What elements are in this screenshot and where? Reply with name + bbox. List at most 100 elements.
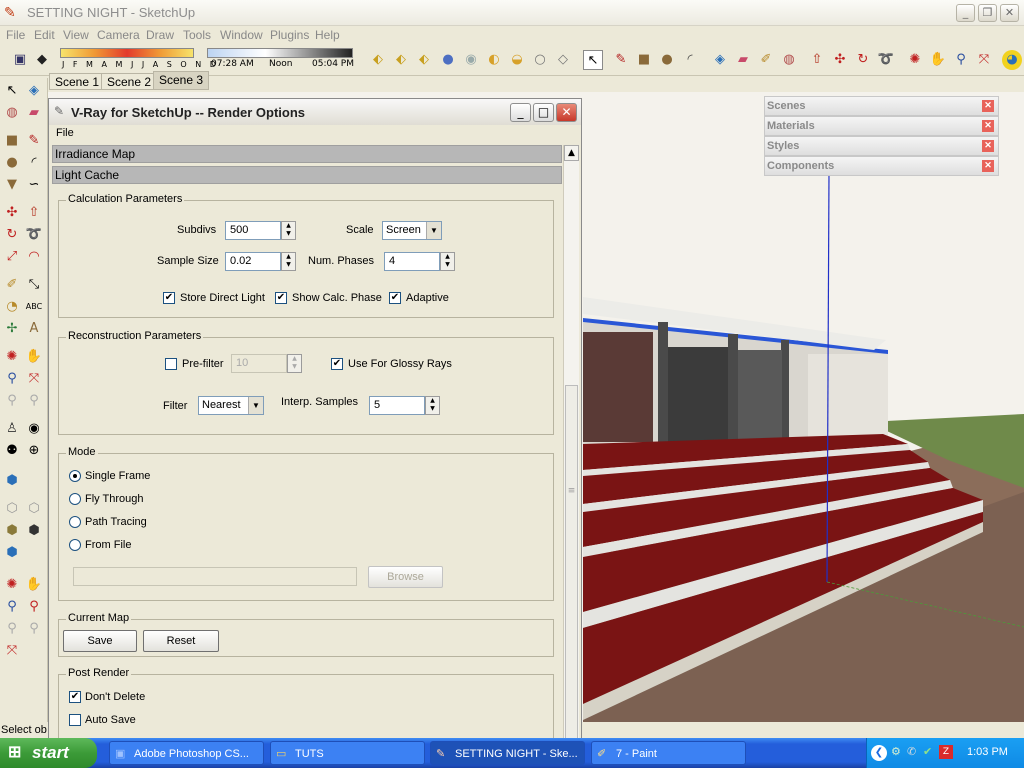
dialog-close-button[interactable]: ✕ [556, 103, 577, 122]
polygon-icon[interactable]: ▼ [3, 176, 21, 194]
scale-icon[interactable]: ⤢ [3, 248, 21, 266]
scroll-thumb[interactable]: ≡ [565, 385, 578, 739]
glossy-rays-checkbox[interactable]: ✔ [331, 358, 343, 370]
show-calc-phase-checkbox[interactable]: ✔ [275, 292, 287, 304]
save-button[interactable]: Save [63, 630, 137, 652]
zoom-window-icon[interactable]: ⤧ [25, 370, 43, 388]
previous-view-icon[interactable]: ⚲ [3, 392, 21, 410]
tray-components[interactable]: Components ✕ [764, 156, 999, 176]
prefilter-input[interactable]: 10 [231, 354, 287, 373]
zoom-window-icon[interactable]: ⚲ [25, 598, 43, 616]
diamond-icon[interactable]: ◇ [553, 50, 573, 70]
material-icon[interactable]: ◒ [507, 50, 527, 70]
menu-edit[interactable]: Edit [34, 28, 55, 42]
dialog-title-bar[interactable]: ✎ V-Ray for SketchUp -- Render Options _… [49, 99, 581, 125]
time-slider[interactable] [207, 48, 353, 58]
num-phases-input[interactable]: 4 [384, 252, 440, 271]
rotate-icon[interactable]: ↻ [853, 50, 873, 70]
menu-help[interactable]: Help [315, 28, 340, 42]
arc-icon[interactable]: ◜ [680, 50, 700, 70]
make-component-icon[interactable]: ◈ [710, 50, 730, 70]
protractor-icon[interactable]: ◔ [3, 298, 21, 316]
tag-icon[interactable]: ⬖ [391, 50, 411, 70]
rollout-light-cache[interactable]: Light Cache [52, 166, 562, 184]
push-pull-icon[interactable]: ⇧ [25, 204, 43, 222]
orbit-icon[interactable]: ✺ [3, 576, 21, 594]
wireframe-icon[interactable]: ⬡ [25, 500, 43, 518]
pencil-icon[interactable]: ✎ [611, 50, 631, 70]
security-icon[interactable]: ✔ [923, 745, 932, 758]
zoom-extents-icon[interactable]: ⤧ [974, 50, 994, 70]
tray-expand-icon[interactable]: ❮ [871, 745, 887, 761]
num-phases-stepper[interactable]: ▲ ▼ [440, 252, 455, 271]
close-button[interactable]: ✕ [1000, 4, 1019, 22]
rollout-irradiance-map[interactable]: Irradiance Map [52, 145, 562, 163]
auto-save-checkbox[interactable] [69, 714, 81, 726]
subdivs-input[interactable]: 500 [225, 221, 281, 240]
menu-tools[interactable]: Tools [183, 28, 211, 42]
subdivs-stepper[interactable]: ▲ ▼ [281, 221, 296, 240]
dont-delete-checkbox[interactable]: ✔ [69, 691, 81, 703]
circle-icon[interactable]: ● [3, 154, 21, 172]
select-arrow-icon[interactable]: ↖ [583, 50, 603, 70]
sphere-icon[interactable]: ◉ [461, 50, 481, 70]
filter-select[interactable]: Nearest ▼ [198, 396, 264, 415]
date-slider[interactable] [60, 48, 194, 58]
circle-tool-icon[interactable]: ● [657, 50, 677, 70]
walk-icon[interactable]: ⚉ [3, 442, 21, 460]
text-icon[interactable]: ABC [25, 298, 43, 316]
material-icon[interactable]: ◐ [484, 50, 504, 70]
iso-view-icon[interactable]: ⬢ [3, 472, 21, 490]
next-view-icon[interactable]: ⚲ [25, 620, 43, 638]
taskbar-item-photoshop[interactable]: ▣ Adobe Photoshop CS... [109, 741, 264, 765]
browse-button[interactable]: Browse [368, 566, 443, 588]
orbit-icon[interactable]: ✺ [3, 348, 21, 366]
close-icon[interactable]: ✕ [982, 100, 994, 112]
eraser-icon[interactable]: ▰ [733, 50, 753, 70]
close-icon[interactable]: ✕ [982, 120, 994, 132]
mode-single-frame-radio[interactable] [69, 470, 81, 482]
start-button[interactable]: ⊞ start [0, 738, 97, 768]
close-icon[interactable]: ✕ [982, 160, 994, 172]
antivirus-icon[interactable]: Z [939, 745, 953, 759]
shaded-icon[interactable]: ⬢ [3, 522, 21, 540]
reset-button[interactable]: Reset [143, 630, 219, 652]
taskbar-item-sketchup[interactable]: ✎ SETTING NIGHT - Ske... [430, 741, 585, 765]
section-plane-icon[interactable]: ⊕ [25, 442, 43, 460]
menu-camera[interactable]: Camera [97, 28, 140, 42]
arc-icon[interactable]: ◜ [25, 154, 43, 172]
tag-icon[interactable]: ⬖ [414, 50, 434, 70]
prefilter-stepper[interactable]: ▲ ▼ [287, 354, 302, 373]
mode-from-file-radio[interactable] [69, 539, 81, 551]
shadow-settings-icon[interactable]: ▣ [10, 50, 30, 70]
web-icon[interactable]: ◕ [1002, 50, 1022, 70]
circle-icon[interactable]: ○ [530, 50, 550, 70]
pan-icon[interactable]: ✋ [25, 348, 43, 366]
tape-icon[interactable]: ✐ [756, 50, 776, 70]
pan-icon[interactable]: ✋ [928, 50, 948, 70]
paint-bucket-icon[interactable]: ◍ [779, 50, 799, 70]
rectangle-icon[interactable]: ■ [634, 50, 654, 70]
tag-icon[interactable]: ⬖ [368, 50, 388, 70]
file-path-input[interactable] [73, 567, 357, 586]
menu-view[interactable]: View [63, 28, 89, 42]
component-icon[interactable]: ◈ [25, 82, 43, 100]
dialog-menu-file[interactable]: File [49, 127, 581, 143]
select-icon[interactable]: ↖ [3, 82, 21, 100]
dialog-minimize-button[interactable]: _ [510, 103, 531, 122]
zoom-icon[interactable]: ⚲ [3, 370, 21, 388]
network-icon[interactable]: ⚙ [891, 745, 901, 758]
tray-materials[interactable]: Materials ✕ [764, 116, 999, 136]
axes-icon[interactable]: ✢ [3, 320, 21, 338]
follow-me-icon[interactable]: ➰ [25, 226, 43, 244]
look-around-icon[interactable]: ◉ [25, 420, 43, 438]
close-icon[interactable]: ✕ [982, 140, 994, 152]
mode-path-tracing-radio[interactable] [69, 516, 81, 528]
zoom-extents-icon[interactable]: ⤧ [3, 642, 21, 660]
move-icon[interactable]: ✣ [3, 204, 21, 222]
eraser-icon[interactable]: ▰ [25, 104, 43, 122]
orbit-icon[interactable]: ✺ [905, 50, 925, 70]
sample-size-input[interactable]: 0.02 [225, 252, 281, 271]
3d-text-icon[interactable]: A [25, 320, 43, 338]
dialog-scrollbar[interactable]: ▲ ≡ [563, 145, 579, 739]
